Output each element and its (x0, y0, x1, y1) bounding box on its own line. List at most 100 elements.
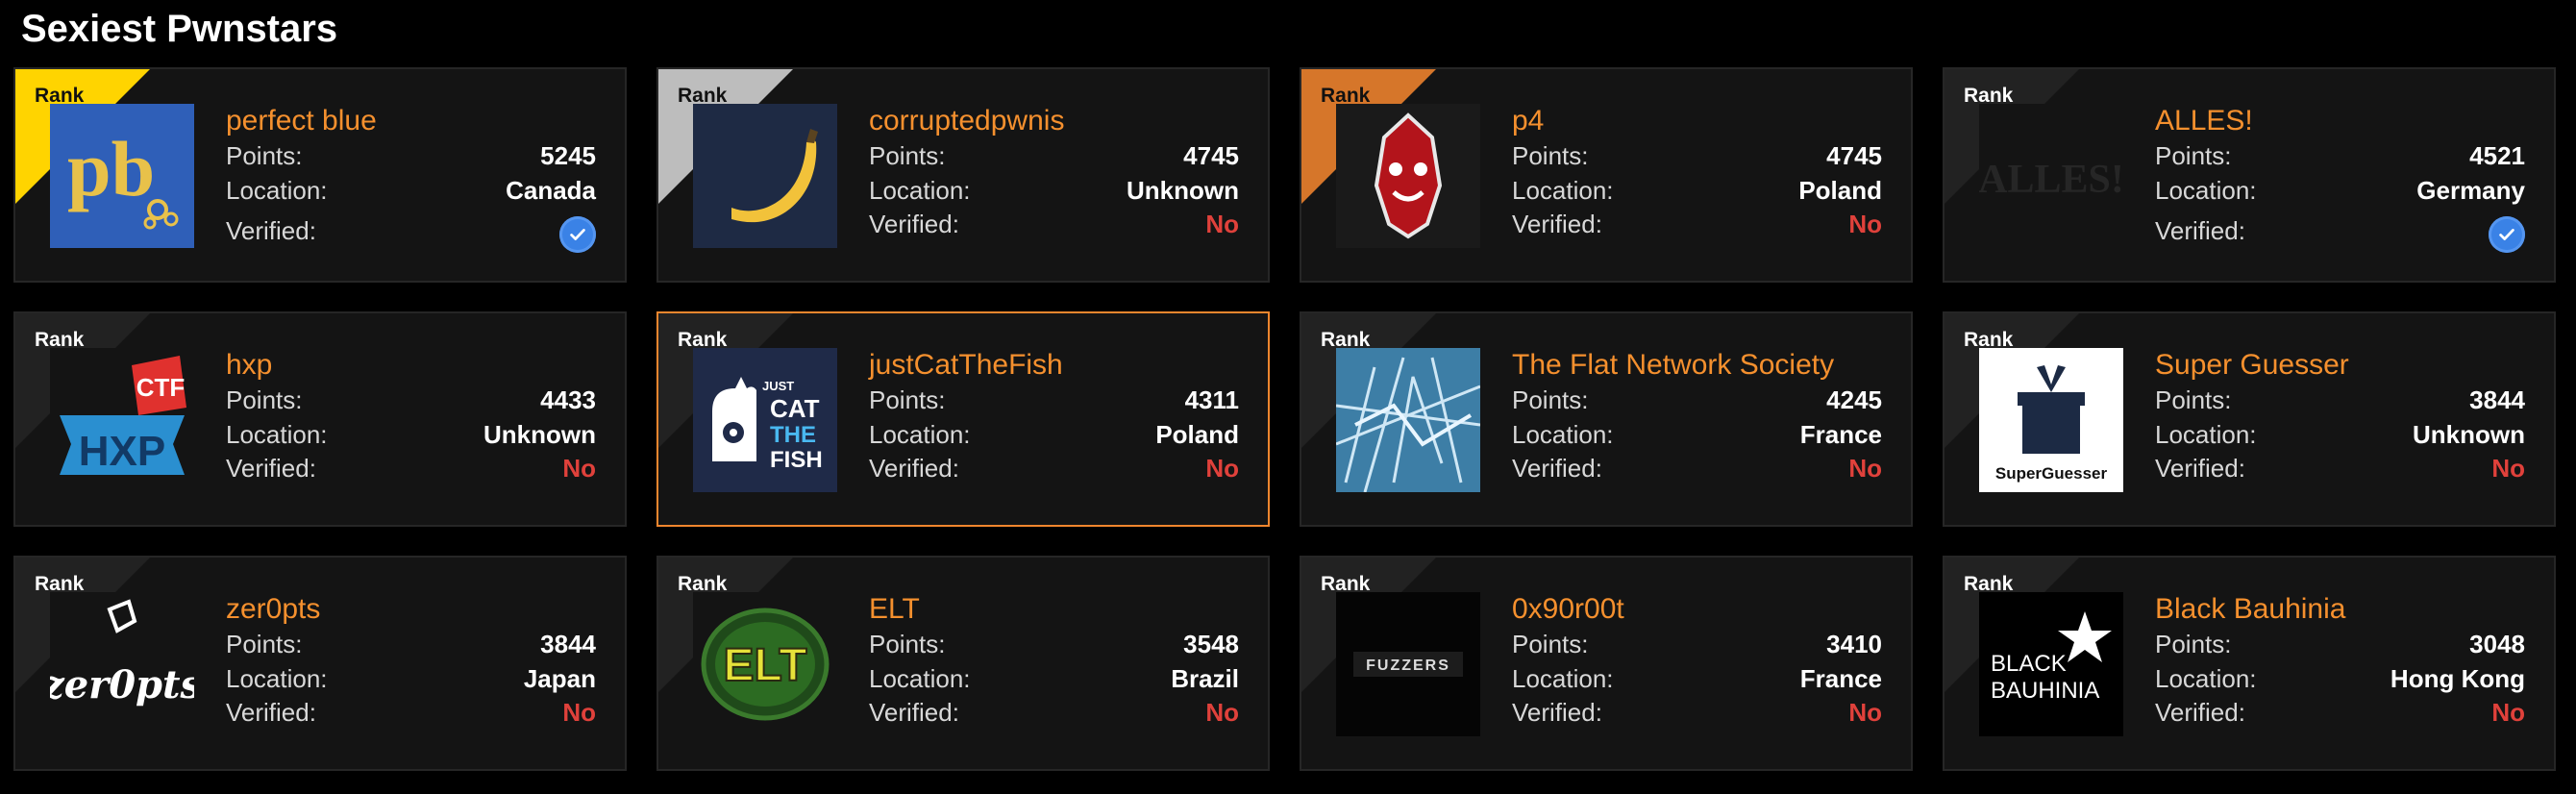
location-value: Germany (2416, 176, 2525, 205)
points-value: 3844 (540, 630, 596, 658)
points-label: Points: (869, 141, 946, 170)
svg-text:CAT: CAT (770, 394, 820, 423)
verified-label: Verified: (2155, 698, 2245, 727)
location-value: Japan (523, 664, 596, 693)
points-value: 5245 (540, 141, 596, 170)
points-label: Points: (869, 385, 946, 414)
black-bauhinia-logo-icon: BLACK BAUHINIA (1979, 592, 2123, 736)
team-card-alles[interactable]: Rank 4 ALLES! ALLES! Points:4521 Locatio… (1943, 67, 2556, 283)
verified-label: Verified: (869, 698, 959, 727)
points-value: 4745 (1826, 141, 1882, 170)
svg-text:zer0pts: zer0pts (50, 662, 194, 707)
location-label: Location: (869, 176, 971, 205)
page-title: Sexiest Pwnstars (21, 8, 338, 50)
location-label: Location: (2155, 176, 2257, 205)
team-name[interactable]: ALLES! (2155, 104, 2253, 138)
location-label: Location: (869, 420, 971, 449)
team-name[interactable]: ELT (869, 592, 920, 627)
points-label: Points: (2155, 385, 2232, 414)
verified-label: Verified: (226, 454, 316, 483)
svg-text:THE: THE (770, 422, 816, 448)
points-label: Points: (2155, 141, 2232, 170)
verified-label: Verified: (869, 454, 959, 483)
svg-text:SuperGuesser: SuperGuesser (1995, 464, 2108, 483)
location-label: Location: (226, 420, 328, 449)
team-name[interactable]: perfect blue (226, 104, 377, 138)
points-label: Points: (226, 630, 303, 658)
fuzzers-logo-icon: FUZZERS (1336, 592, 1480, 736)
team-name[interactable]: 0x90r00t (1512, 592, 1624, 627)
team-name[interactable]: The Flat Network Society (1512, 348, 1834, 383)
banana-logo-icon (693, 104, 837, 248)
team-card-hxp[interactable]: Rank 5 HXP CTF hxp Points:4433 Location:… (13, 311, 627, 527)
points-value: 3410 (1826, 630, 1882, 658)
team-name[interactable]: p4 (1512, 104, 1544, 138)
location-value: Unknown (483, 420, 596, 449)
team-card-super-guesser[interactable]: Rank 8 SuperGuesser Super Guesser Points… (1943, 311, 2556, 527)
location-value: Unknown (2413, 420, 2525, 449)
team-name[interactable]: corruptedpwnis (869, 104, 1064, 138)
verified-value: No (562, 454, 596, 483)
team-card-black-bauhinia[interactable]: Rank 12 BLACK BAUHINIA Black Bauhinia Po… (1943, 556, 2556, 771)
location-label: Location: (869, 664, 971, 693)
location-value: Brazil (1171, 664, 1239, 693)
svg-text:BLACK: BLACK (1991, 651, 2067, 677)
points-label: Points: (869, 630, 946, 658)
team-card-0x90r00t[interactable]: Rank 11 FUZZERS 0x90r00t Points:3410 Loc… (1300, 556, 1913, 771)
team-name[interactable]: Black Bauhinia (2155, 592, 2345, 627)
team-card-perfect-blue[interactable]: Rank 1 pb perfect blue Points:5245 Locat… (13, 67, 627, 283)
points-label: Points: (1512, 630, 1589, 658)
svg-text:CTF: CTF (136, 373, 186, 402)
points-value: 3048 (2469, 630, 2525, 658)
team-card-p4[interactable]: Rank 3 p4 Points:4745 Location:Poland Ve… (1300, 67, 1913, 283)
verified-label: Verified: (226, 698, 316, 727)
location-value: Canada (506, 176, 596, 205)
team-card-the-flat-network-society[interactable]: Rank 7 The Flat Network Society Points:4… (1300, 311, 1913, 527)
location-value: Hong Kong (2390, 664, 2525, 693)
points-value: 4245 (1826, 385, 1882, 414)
just-cat-the-fish-logo-icon: JUST CAT THE FISH (693, 348, 837, 492)
team-card-corruptedpwnis[interactable]: Rank 2 corruptedpwnis Points:4745 Locati… (656, 67, 1270, 283)
super-guesser-logo-icon: SuperGuesser (1979, 348, 2123, 492)
location-label: Location: (2155, 420, 2257, 449)
verified-value: No (1205, 698, 1239, 727)
zeropts-logo-icon: zer0pts (50, 592, 194, 736)
verified-value: No (1848, 454, 1882, 483)
flat-network-logo-icon (1336, 348, 1480, 492)
location-label: Location: (1512, 176, 1614, 205)
svg-text:HXP: HXP (79, 428, 165, 475)
hxp-logo-icon: HXP CTF (50, 348, 194, 492)
location-label: Location: (2155, 664, 2257, 693)
team-name[interactable]: justCatTheFish (869, 348, 1063, 383)
team-name[interactable]: Super Guesser (2155, 348, 2349, 383)
team-name[interactable]: hxp (226, 348, 272, 383)
elt-logo-icon: ELT (693, 592, 837, 736)
verified-label: Verified: (2155, 454, 2245, 483)
verified-value: No (562, 698, 596, 727)
svg-text:BAUHINIA: BAUHINIA (1991, 678, 2099, 704)
verified-value: No (2491, 698, 2525, 727)
location-value: Unknown (1127, 176, 1239, 205)
verified-check-icon (559, 216, 596, 253)
verified-label: Verified: (1512, 698, 1602, 727)
svg-text:JUST: JUST (762, 379, 794, 393)
points-value: 4311 (1184, 385, 1239, 414)
location-value: France (1799, 420, 1882, 449)
points-label: Points: (226, 385, 303, 414)
team-card-zer0pts[interactable]: Rank 9 zer0pts zer0pts Points:3844 Locat… (13, 556, 627, 771)
points-value: 4745 (1183, 141, 1239, 170)
p4-logo-icon (1336, 104, 1480, 248)
perfect-blue-logo-icon: pb (50, 104, 194, 248)
verified-label: Verified: (226, 216, 316, 245)
verified-value: No (2491, 454, 2525, 483)
svg-text:FUZZERS: FUZZERS (1366, 658, 1450, 674)
location-value: Poland (1798, 176, 1882, 205)
team-name[interactable]: zer0pts (226, 592, 320, 627)
location-value: France (1799, 664, 1882, 693)
points-value: 3548 (1183, 630, 1239, 658)
location-label: Location: (1512, 664, 1614, 693)
team-card-justcatthefish[interactable]: Rank 6 JUST CAT THE FISH justCatTheFish … (656, 311, 1270, 527)
verified-label: Verified: (2155, 216, 2245, 245)
team-card-elt[interactable]: Rank 10 ELT ELT Points:3548 Location:Bra… (656, 556, 1270, 771)
verified-value: No (1205, 210, 1239, 238)
